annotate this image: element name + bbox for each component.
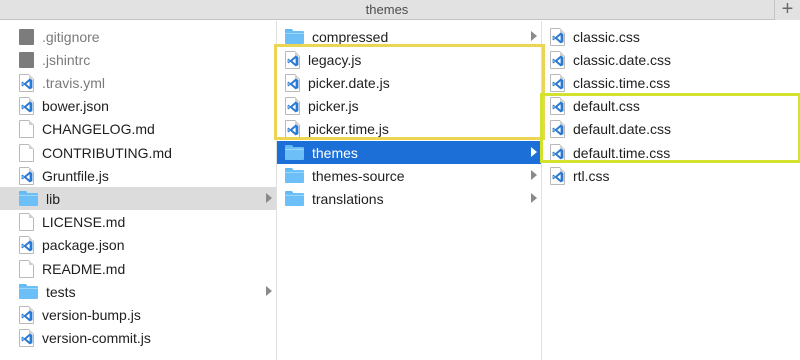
item-name: version-commit.js xyxy=(42,330,151,347)
vscode-file-icon xyxy=(19,329,34,348)
folder-row[interactable]: themes xyxy=(277,141,541,164)
item-name: .jshintrc xyxy=(42,51,91,68)
file-row[interactable]: picker.js xyxy=(277,95,541,118)
dark-file-icon xyxy=(19,28,34,45)
disclosure-arrow-icon xyxy=(531,170,537,181)
item-name: rtl.css xyxy=(573,167,610,184)
blank-document-icon xyxy=(19,120,34,139)
item-name: picker.js xyxy=(308,98,359,115)
disclosure-arrow-icon xyxy=(531,31,537,41)
vscode-file-icon xyxy=(550,50,565,69)
item-name: README.md xyxy=(42,260,126,277)
file-row[interactable]: LICENSE.md xyxy=(0,211,276,234)
vscode-file-icon xyxy=(550,27,565,46)
vscode-file-icon xyxy=(550,143,565,162)
item-name: CHANGELOG.md xyxy=(42,121,155,138)
disclosure-arrow-icon xyxy=(531,193,537,204)
vscode-file-icon xyxy=(285,73,300,92)
new-tab-button[interactable]: + xyxy=(774,0,800,20)
disclosure-arrow-icon xyxy=(266,286,272,297)
file-row[interactable]: CHANGELOG.md xyxy=(0,118,276,141)
item-name: default.css xyxy=(573,98,640,115)
item-name: default.time.css xyxy=(573,144,671,161)
file-row[interactable]: picker.date.js xyxy=(277,71,541,94)
item-name: CONTRIBUTING.md xyxy=(42,144,172,161)
file-row[interactable]: default.date.css xyxy=(542,118,800,141)
item-name: lib xyxy=(46,190,61,207)
file-row[interactable]: .gitignore xyxy=(0,25,276,48)
vscode-file-icon xyxy=(550,73,565,92)
vscode-file-icon xyxy=(285,97,300,116)
item-name: Gruntfile.js xyxy=(42,167,109,184)
item-name: legacy.js xyxy=(308,51,362,68)
file-row[interactable]: legacy.js xyxy=(277,48,541,71)
item-name: themes xyxy=(312,144,358,161)
vscode-file-icon xyxy=(19,236,34,255)
item-name: picker.date.js xyxy=(308,74,390,91)
blank-document-icon xyxy=(19,259,34,278)
file-row[interactable]: .travis.yml xyxy=(0,71,276,94)
file-row[interactable]: classic.time.css xyxy=(542,71,800,94)
file-row[interactable]: CONTRIBUTING.md xyxy=(0,141,276,164)
item-name: picker.time.js xyxy=(308,121,389,138)
vscode-file-icon xyxy=(550,120,565,139)
item-name: default.date.css xyxy=(573,121,672,138)
file-row[interactable]: Gruntfile.js xyxy=(0,164,276,187)
item-name: classic.css xyxy=(573,28,640,45)
item-name: classic.date.css xyxy=(573,51,672,68)
window-title: themes xyxy=(365,2,409,17)
item-name: LICENSE.md xyxy=(42,214,126,231)
folder-row[interactable]: translations xyxy=(277,187,541,210)
window-titlebar: themes + xyxy=(0,0,800,20)
disclosure-arrow-icon xyxy=(266,193,272,204)
file-row[interactable]: package.json xyxy=(0,234,276,257)
vscode-file-icon xyxy=(550,166,565,185)
folder-row[interactable]: lib xyxy=(0,187,276,211)
folder-row[interactable]: compressed xyxy=(277,25,541,48)
vscode-file-icon xyxy=(285,50,300,69)
item-name: .travis.yml xyxy=(42,74,105,91)
vscode-file-icon xyxy=(19,305,34,324)
file-row[interactable]: classic.css xyxy=(542,25,800,48)
file-row[interactable]: classic.date.css xyxy=(542,48,800,71)
item-name: classic.time.css xyxy=(573,74,671,91)
disclosure-arrow-icon xyxy=(531,147,537,157)
item-name: version-bump.js xyxy=(42,306,141,323)
file-row[interactable]: version-bump.js xyxy=(0,303,276,326)
item-name: translations xyxy=(312,190,384,207)
file-row[interactable]: .jshintrc xyxy=(0,48,276,71)
item-name: .gitignore xyxy=(42,28,100,45)
folder-row[interactable]: themes-source xyxy=(277,164,541,187)
file-row[interactable]: default.time.css xyxy=(542,141,800,164)
file-row[interactable]: README.md xyxy=(0,257,276,280)
item-name: compressed xyxy=(312,28,389,45)
file-row[interactable]: default.css xyxy=(542,95,800,118)
item-name: package.json xyxy=(42,237,125,254)
folder-icon xyxy=(285,191,304,207)
vscode-file-icon xyxy=(19,166,34,185)
folder-row[interactable]: tests xyxy=(0,280,276,303)
vscode-file-icon xyxy=(19,73,34,92)
file-row[interactable]: version-commit.js xyxy=(0,327,276,350)
folder-icon xyxy=(19,191,38,207)
blank-document-icon xyxy=(19,213,34,232)
column-lib: compressed legacy.js picker.date.js picker.… xyxy=(277,21,541,360)
folder-icon xyxy=(285,29,304,44)
column-themes: classic.css classic.date.css classic.time.… xyxy=(542,21,800,360)
file-row[interactable]: bower.json xyxy=(0,95,276,118)
folder-icon xyxy=(285,145,304,160)
item-name: tests xyxy=(46,283,76,300)
vscode-file-icon xyxy=(550,97,565,116)
item-name: themes-source xyxy=(312,167,405,184)
vscode-file-icon xyxy=(19,97,34,116)
file-row[interactable]: picker.time.js xyxy=(277,118,541,141)
folder-icon xyxy=(19,284,38,300)
blank-document-icon xyxy=(19,143,34,162)
vscode-file-icon xyxy=(285,120,300,139)
item-name: bower.json xyxy=(42,98,109,115)
folder-icon xyxy=(285,168,304,184)
file-row[interactable]: rtl.css xyxy=(542,164,800,187)
dark-file-icon xyxy=(19,51,34,68)
column-project-root: .gitignore .jshintrc .travis.yml bower.json… xyxy=(0,21,276,360)
